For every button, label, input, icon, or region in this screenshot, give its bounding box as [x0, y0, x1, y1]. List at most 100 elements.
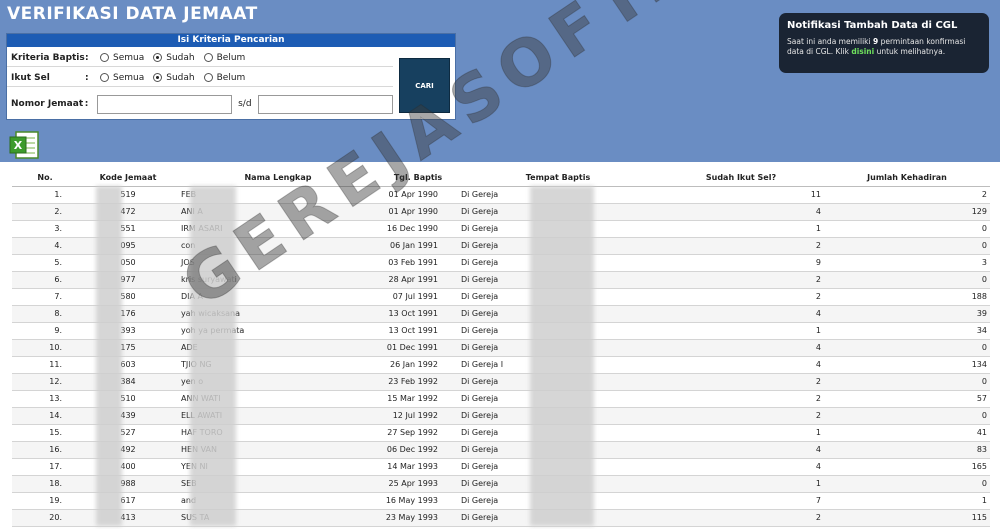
cell-hadir: 0 [824, 475, 990, 493]
cell-kode: 527 [78, 424, 178, 442]
cell-hadir: 0 [824, 373, 990, 391]
cell-no: 4. [12, 237, 78, 255]
cell-sel: 1 [658, 322, 824, 340]
table-row: 3.551IRM ASARI16 Dec 1990Di Gereja10 [12, 220, 990, 238]
cell-sel: 4 [658, 441, 824, 459]
notification-box: Notifikasi Tambah Data di CGL Saat ini a… [779, 13, 989, 73]
notification-text-1: Saat ini anda memiliki [787, 37, 871, 46]
cell-tgl: 07 Jul 1991 [378, 288, 458, 306]
baptis-label: Kriteria Baptis [11, 52, 85, 63]
nomor-jemaat-row: Nomor Jemaat : s/d [7, 90, 394, 118]
cell-sel: 4 [658, 458, 824, 476]
cell-no: 14. [12, 407, 78, 425]
table-row: 14.439ELL AWATI12 Jul 1992Di Gereja20 [12, 407, 990, 425]
cell-no: 6. [12, 271, 78, 289]
cell-no: 9. [12, 322, 78, 340]
cell-kode: 393 [78, 322, 178, 340]
cell-hadir: 3 [824, 254, 990, 272]
cell-sel: 2 [658, 390, 824, 408]
table-row: 4. 095 con 06 Jan 1991 Di Gereja 2 0 [12, 237, 990, 255]
cell-tgl: 16 May 1993 [378, 492, 458, 510]
excel-icon[interactable]: X [8, 130, 40, 160]
sel-radio-sudah[interactable] [153, 73, 163, 82]
sel-radio-belum-label: Belum [216, 72, 246, 83]
col-kode: Kode Jemaat [78, 170, 178, 187]
cell-sel: 2 [658, 509, 824, 527]
notification-title: Notifikasi Tambah Data di CGL [787, 20, 958, 31]
cell-tgl: 16 Dec 1990 [378, 220, 458, 238]
svg-text:X: X [14, 139, 23, 152]
notification-link[interactable]: disini [851, 47, 874, 56]
baptis-radio-group: Semua Sudah Belum [97, 53, 251, 63]
cell-tgl: 01 Apr 1990 [378, 203, 458, 221]
privacy-blur-kode [96, 186, 122, 526]
col-hadir: Jumlah Kehadiran [824, 170, 990, 187]
cell-hadir: 188 [824, 288, 990, 306]
sel-radio-sudah-label: Sudah [166, 72, 195, 83]
nomor-from-input[interactable] [96, 94, 233, 114]
cell-sel: 2 [658, 288, 824, 306]
page-title: VERIFIKASI DATA JEMAAT [7, 4, 258, 24]
cari-button[interactable]: CARI [399, 58, 450, 113]
notification-body: Saat ini anda memiliki 9 permintaan konf… [787, 37, 981, 57]
sel-label: Ikut Sel [11, 72, 50, 83]
notification-count: 9 [872, 37, 879, 46]
baptis-radio-belum-label: Belum [216, 52, 246, 63]
cell-tgl: 13 Oct 1991 [378, 322, 458, 340]
col-sel: Sudah Ikut Sel? [658, 170, 824, 187]
sel-radio-belum[interactable] [203, 73, 213, 82]
cell-sel: 11 [658, 186, 824, 204]
cell-kode: 413 [78, 509, 178, 527]
cell-hadir: 115 [824, 509, 990, 527]
search-panel: Isi Kriteria Pencarian Kriteria Baptis :… [6, 33, 456, 120]
sel-radio-semua[interactable] [100, 73, 109, 82]
colon: : [85, 52, 89, 63]
col-nama: Nama Lengkap [178, 170, 378, 187]
cell-kode: 617 [78, 492, 178, 510]
cell-tgl: 13 Oct 1991 [378, 305, 458, 323]
cell-no: 7. [12, 288, 78, 306]
cell-sel: 9 [658, 254, 824, 272]
baptis-radio-sudah[interactable] [153, 53, 163, 62]
cell-no: 5. [12, 254, 78, 272]
cell-no: 10. [12, 339, 78, 357]
cell-hadir: 57 [824, 390, 990, 408]
cell-sel: 1 [658, 424, 824, 442]
table-row: 17.400YEN NI14 Mar 1993Di Gereja4165 [12, 458, 990, 476]
cell-no: 8. [12, 305, 78, 323]
cell-tgl: 12 Jul 1992 [378, 407, 458, 425]
colon: : [84, 99, 89, 109]
baptis-radio-semua[interactable] [100, 53, 109, 62]
cell-kode: 175 [78, 339, 178, 357]
col-no: No. [12, 170, 78, 187]
cell-sel: 2 [658, 271, 824, 289]
colon: : [85, 72, 89, 83]
cell-no: 19. [12, 492, 78, 510]
privacy-blur-tempat [530, 186, 594, 526]
cell-hadir: 83 [824, 441, 990, 459]
cell-kode: 400 [78, 458, 178, 476]
sd-label: s/d [238, 99, 252, 109]
cell-tgl: 23 Feb 1992 [378, 373, 458, 391]
baptis-radio-semua-label: Semua [113, 52, 145, 63]
cell-hadir: 41 [824, 424, 990, 442]
cell-hadir: 129 [824, 203, 990, 221]
col-tgl: Tgl. Baptis [378, 170, 458, 187]
cell-kode: 439 [78, 407, 178, 425]
sel-radio-group: Semua Sudah Belum [97, 73, 251, 83]
table-row: 13.510ANN WATI15 Mar 1992Di Gereja257 [12, 390, 990, 408]
cell-tgl: 03 Feb 1991 [378, 254, 458, 272]
cell-sel: 4 [658, 356, 824, 374]
jemaat-table-panel: No. Kode Jemaat Nama Lengkap Tgl. Baptis… [0, 162, 1000, 529]
cell-sel: 4 [658, 305, 824, 323]
table-row: 2.472ANI A01 Apr 1990Di Gereja4129 [12, 203, 990, 221]
table-row: 7.580DIA A07 Jul 1991Di Gereja2188 [12, 288, 990, 306]
cell-tgl: 25 Apr 1993 [378, 475, 458, 493]
cell-hadir: 34 [824, 322, 990, 340]
cell-tgl: 15 Mar 1992 [378, 390, 458, 408]
cell-kode: 472 [78, 203, 178, 221]
baptis-radio-belum[interactable] [203, 53, 213, 62]
cell-sel: 2 [658, 373, 824, 391]
table-row: 1. 519 FEB 01 Apr 1990 Di Gereja 11 2 [12, 186, 990, 204]
nomor-to-input[interactable] [257, 94, 394, 114]
